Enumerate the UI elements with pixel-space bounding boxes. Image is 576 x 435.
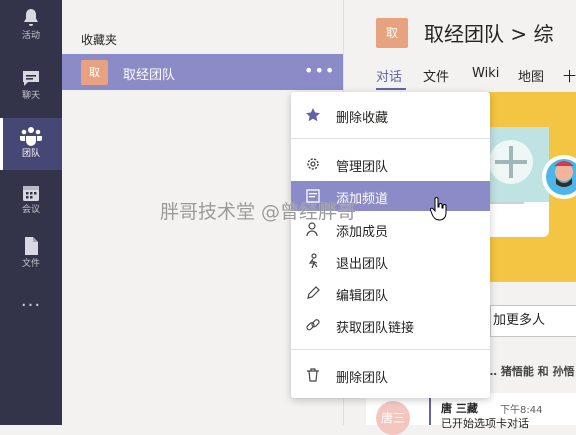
tab-map[interactable]: 地图: [518, 66, 544, 85]
header-team-avatar: 取: [376, 18, 408, 48]
tab-add[interactable]: 十: [563, 66, 576, 85]
menu-item-edit-team[interactable]: 编辑团队: [291, 278, 490, 308]
message-author: 唐 三藏: [441, 402, 478, 415]
rail-label-chat: 聊天: [21, 91, 40, 101]
members-mention-text: … 猪悟能 和 孙悟: [486, 365, 575, 378]
teams-icon: [20, 127, 42, 146]
rail-label-meetings: 会议: [21, 205, 40, 215]
menu-item-remove-favorite[interactable]: 删除收藏: [291, 100, 490, 130]
hand-cursor-icon: [430, 197, 447, 221]
bell-icon: [24, 9, 38, 26]
rail-more-button[interactable]: ...: [0, 290, 62, 311]
chat-icon: [23, 71, 39, 86]
rail-item-chat[interactable]: 聊天: [0, 60, 62, 112]
menu-separator: [291, 349, 490, 350]
message-preview: 已开始选项卡对话: [441, 417, 529, 430]
rail-item-meetings[interactable]: 会议: [0, 176, 62, 228]
page-title: 取经团队 > 综: [424, 22, 554, 46]
tab-wiki[interactable]: Wiki: [472, 66, 499, 81]
message-time: 下午8:44: [500, 405, 543, 416]
menu-item-label: 管理团队: [336, 160, 389, 175]
menu-item-delete-team[interactable]: 删除团队: [291, 360, 490, 390]
avatar: 唐三: [376, 401, 410, 435]
rail-label-files: 文件: [21, 259, 40, 269]
tab-files[interactable]: 文件: [423, 66, 449, 85]
more-options-button[interactable]: •••: [304, 61, 335, 80]
team-row-selected[interactable]: 取 取经团队 •••: [62, 54, 343, 90]
menu-item-label: 编辑团队: [336, 289, 389, 304]
calendar-icon: [23, 186, 39, 201]
leave-icon: [308, 253, 318, 269]
menu-item-get-link[interactable]: 获取团队链接: [291, 310, 490, 340]
menu-item-label: 删除团队: [336, 371, 389, 386]
rail-label-activity: 活动: [21, 31, 40, 41]
menu-separator: [291, 138, 490, 139]
star-icon: [306, 108, 320, 122]
rail-label-teams: 团队: [21, 149, 40, 159]
pencil-icon: [307, 286, 320, 299]
menu-item-label: 退出团队: [336, 257, 389, 272]
trash-icon: [307, 368, 319, 382]
menu-item-manage-team[interactable]: 管理团队: [291, 149, 490, 179]
gear-icon: [307, 158, 319, 170]
menu-item-label: 获取团队链接: [336, 321, 415, 336]
team-context-menu: 删除收藏 管理团队 添加频道 添加成员 退出团队 编辑团队 获取团队链接 删除团…: [291, 92, 490, 398]
message-accent-bar: [429, 397, 431, 425]
file-icon: [25, 237, 38, 255]
add-more-people-button[interactable]: 加更多人: [490, 305, 576, 337]
rail-item-teams[interactable]: 团队: [0, 118, 62, 170]
watermark: 胖哥技术堂 @曾经胖哥: [160, 201, 357, 223]
favorites-heading: 收藏夹: [81, 33, 118, 47]
tab-conversations[interactable]: 对话: [376, 66, 402, 85]
link-icon: [306, 319, 320, 331]
app-rail: 活动 聊天 团队 会议 文件 ...: [0, 0, 62, 425]
rail-item-files[interactable]: 文件: [0, 228, 62, 280]
team-name: 取经团队: [123, 68, 176, 83]
team-avatar: 取: [81, 60, 108, 85]
menu-item-label: 删除收藏: [336, 111, 389, 126]
active-tab-indicator: [376, 88, 406, 90]
rail-item-activity[interactable]: 活动: [0, 0, 62, 52]
menu-item-leave-team[interactable]: 退出团队: [291, 246, 490, 276]
